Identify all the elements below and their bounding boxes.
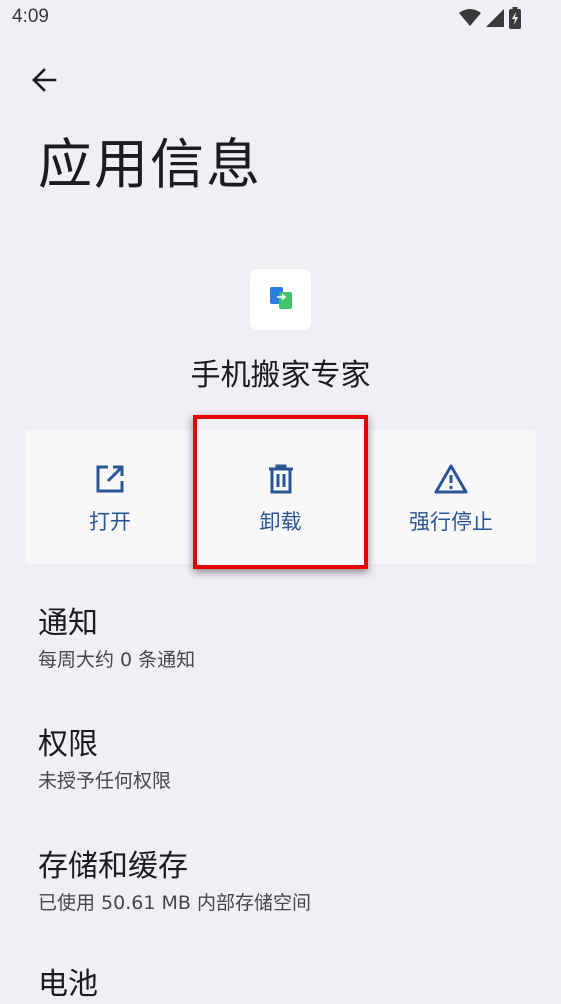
action-bar: 打开 卸载 强行停止 [25,430,536,564]
uninstall-button[interactable]: 卸载 [195,430,366,564]
force-stop-button[interactable]: 强行停止 [366,430,536,564]
warning-triangle-icon [434,462,468,496]
settings-item-subtitle: 未授予任何权限 [38,770,172,792]
settings-item-title: 存储和缓存 [38,849,188,884]
settings-item-notifications[interactable]: 通知 每周大约 0 条通知 [38,605,538,672]
settings-item-battery[interactable]: 电池 [38,966,538,1004]
page-title: 应用信息 [38,133,262,196]
uninstall-label: 卸载 [259,510,302,534]
open-button[interactable]: 打开 [25,430,195,564]
wifi-icon [459,8,481,32]
settings-item-permissions[interactable]: 权限 未授予任何权限 [38,726,538,793]
cell-signal-icon [485,8,505,32]
open-label: 打开 [89,510,131,534]
status-bar: 4:09 [0,0,561,38]
status-time: 4:09 [12,6,49,27]
phone-clone-app-icon [268,285,294,315]
app-icon [250,269,311,330]
battery-charging-icon [509,7,521,33]
trash-icon [264,462,298,496]
arrow-left-icon [31,67,57,97]
settings-item-storage[interactable]: 存储和缓存 已使用 50.61 MB 内部存储空间 [38,848,538,915]
app-name: 手机搬家专家 [190,358,371,393]
open-external-icon [93,462,127,496]
force-stop-label: 强行停止 [409,510,493,534]
settings-item-title: 权限 [38,727,98,762]
settings-item-title: 电池 [38,967,98,1002]
status-icons [459,7,521,33]
settings-item-subtitle: 已使用 50.61 MB 内部存储空间 [38,892,311,914]
settings-item-title: 通知 [38,606,98,641]
settings-item-subtitle: 每周大约 0 条通知 [38,649,196,671]
back-button[interactable] [22,60,66,104]
